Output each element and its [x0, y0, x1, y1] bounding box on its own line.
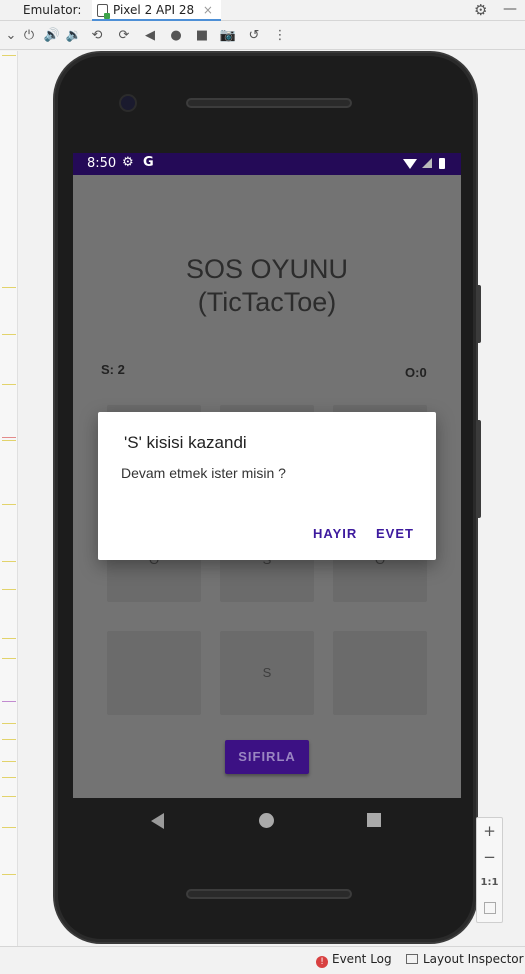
battery-icon	[439, 158, 445, 169]
nav-back-icon[interactable]	[151, 813, 164, 829]
tab-close-icon[interactable]: ×	[203, 3, 213, 17]
power-side-button[interactable]	[476, 285, 481, 343]
dialog-no-button[interactable]: HAYIR	[313, 526, 357, 541]
gutter-marker	[2, 334, 16, 335]
gutter-marker	[2, 55, 16, 56]
settings-notification-icon: ⚙	[122, 155, 134, 170]
right-scroll-track[interactable]	[516, 51, 525, 946]
editor-gutter	[0, 51, 18, 946]
volume-down-icon[interactable]: 🔉	[65, 27, 83, 45]
volume-side-button[interactable]	[476, 420, 481, 518]
home-icon[interactable]: ●	[167, 27, 185, 45]
rotate-right-icon[interactable]: ⟳	[115, 27, 133, 45]
layout-inspector-icon	[406, 954, 418, 964]
gutter-marker	[2, 761, 16, 762]
power-icon[interactable]: ⏻	[20, 27, 38, 45]
rotate-left-icon[interactable]: ⟲	[88, 27, 106, 45]
gutter-marker	[2, 638, 16, 639]
gutter-marker	[2, 723, 16, 724]
device-screen: 8:50 ⚙ G SOS OYUNU (TicTacToe) S: 2 O:0 …	[73, 153, 461, 798]
app-title: SOS OYUNU (TicTacToe)	[185, 254, 349, 317]
android-status-bar: 8:50 ⚙ G	[73, 153, 461, 175]
gutter-marker	[2, 658, 16, 659]
front-camera	[121, 96, 135, 110]
overview-icon[interactable]: ■	[193, 27, 211, 45]
screenshot-icon[interactable]: 📷	[219, 27, 237, 45]
more-icon[interactable]: ⋮	[271, 27, 289, 45]
dialog-yes-button[interactable]: EVET	[376, 526, 414, 541]
error-badge-icon: !	[316, 956, 328, 968]
score-s: S: 2	[101, 362, 125, 377]
gutter-marker	[2, 701, 16, 702]
emulator-toolbar: ⌄ ⏻ 🔊 🔉 ⟲ ⟳ ◀ ● ■ 📷 ↺ ⋮	[0, 22, 525, 50]
gutter-marker	[2, 777, 16, 778]
hide-panel-icon[interactable]: —	[503, 1, 517, 17]
back-icon[interactable]: ◀	[141, 27, 159, 45]
board-cell[interactable]	[333, 631, 427, 715]
gutter-marker	[2, 739, 16, 740]
gutter-marker	[2, 287, 16, 288]
snapshot-icon[interactable]: ↺	[245, 27, 263, 45]
actual-size-button[interactable]: 1:1	[477, 870, 502, 896]
board-cell[interactable]	[107, 631, 201, 715]
gutter-marker	[2, 874, 16, 875]
bottom-speaker-grille	[186, 889, 352, 899]
collapse-chevron-icon[interactable]: ⌄	[2, 27, 20, 45]
gutter-marker	[2, 504, 16, 505]
dialog-message: Devam etmek ister misin ?	[121, 465, 286, 481]
emulator-title-bar: Emulator: Pixel 2 API 28 × ⚙ —	[0, 0, 525, 21]
gutter-marker	[2, 589, 16, 590]
status-time: 8:50	[87, 156, 117, 171]
gutter-marker	[2, 384, 16, 385]
gutter-marker	[2, 561, 16, 562]
cell-signal-icon	[422, 158, 432, 168]
device-tab[interactable]: Pixel 2 API 28 ×	[92, 0, 221, 21]
zoom-in-button[interactable]: +	[477, 818, 502, 844]
gutter-marker	[2, 437, 16, 438]
layout-inspector-label: Layout Inspector	[423, 952, 524, 966]
gutter-marker	[2, 827, 16, 828]
zoom-out-button[interactable]: −	[477, 844, 502, 870]
volume-up-icon[interactable]: 🔊	[43, 27, 61, 45]
wifi-icon	[403, 159, 417, 169]
board-cell[interactable]: S	[220, 631, 314, 715]
event-log-button[interactable]: ! Event Log	[316, 952, 392, 968]
top-speaker-grille	[186, 98, 352, 108]
gutter-marker	[2, 796, 16, 797]
event-log-label: Event Log	[332, 952, 392, 966]
device-icon	[97, 4, 110, 19]
reset-button[interactable]: SIFIRLA	[225, 740, 309, 774]
winner-dialog: 'S' kisisi kazandi Devam etmek ister mis…	[98, 412, 436, 560]
zoom-panel: + − 1:1	[476, 817, 503, 923]
emulator-label: Emulator:	[23, 3, 82, 17]
device-tab-label: Pixel 2 API 28	[113, 3, 195, 17]
ide-bottom-bar: ! Event Log Layout Inspector	[0, 946, 525, 974]
emulator-window: Emulator: Pixel 2 API 28 × ⚙ — ⌄ ⏻ 🔊 🔉 ⟲…	[0, 0, 525, 974]
nav-home-icon[interactable]	[259, 813, 274, 828]
nav-recents-icon[interactable]	[367, 813, 381, 827]
gutter-marker	[2, 440, 16, 441]
settings-gear-icon[interactable]: ⚙	[474, 1, 487, 19]
dialog-title: 'S' kisisi kazandi	[124, 433, 247, 452]
google-notification-icon: G	[143, 155, 154, 170]
fit-screen-icon[interactable]	[483, 902, 496, 914]
score-o: O:0	[405, 365, 427, 380]
layout-inspector-button[interactable]: Layout Inspector	[406, 952, 524, 966]
